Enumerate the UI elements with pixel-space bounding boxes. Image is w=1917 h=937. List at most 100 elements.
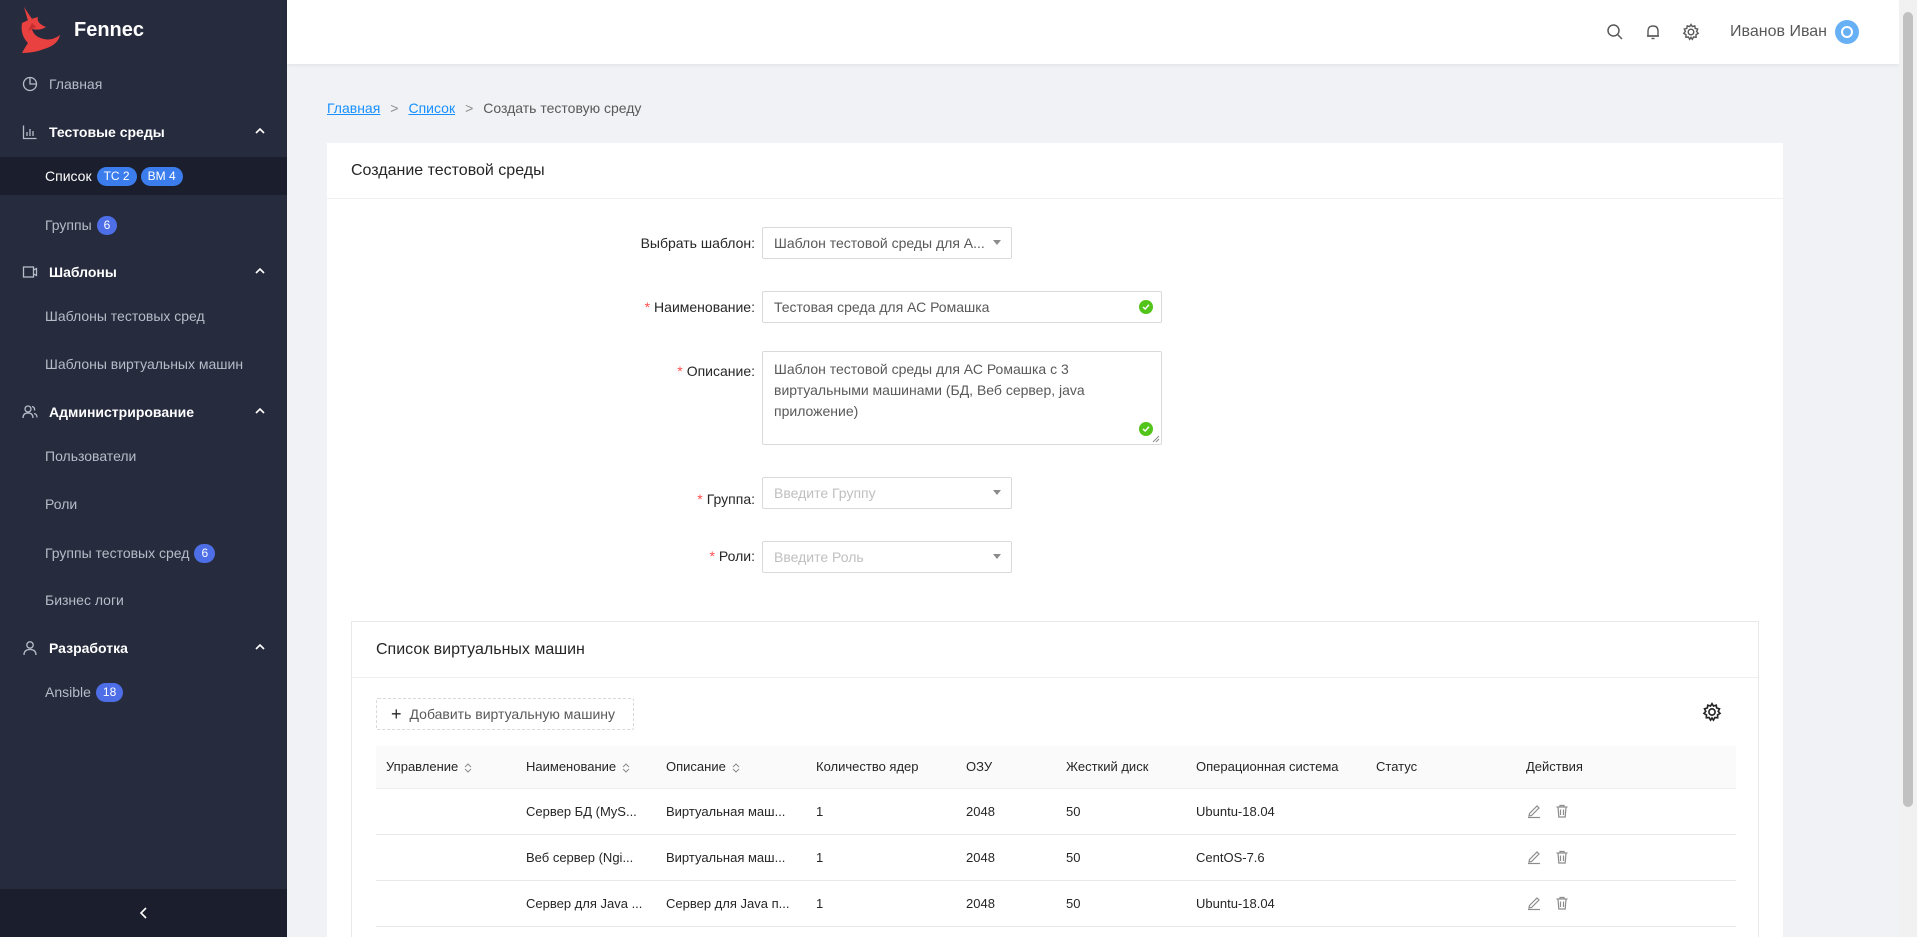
vm-list-card: Список виртуальных машин + Добавить вирт… [351, 621, 1759, 937]
badge-vm: ВМ 4 [140, 166, 183, 186]
cell-os: CentOS-7.6 [1186, 834, 1366, 881]
avatar[interactable] [1835, 20, 1859, 44]
name-label: Наименование [654, 299, 752, 315]
sidebar-item-home[interactable]: Главная [0, 64, 287, 104]
delete-icon[interactable] [1554, 895, 1570, 911]
sidebar-group-test-envs[interactable]: Тестовые среды [0, 112, 287, 152]
sidebar-group-label: Тестовые среды [49, 124, 165, 140]
user-name[interactable]: Иванов Иван [1730, 23, 1827, 41]
chevron-up-icon [255, 267, 265, 274]
template-icon [21, 263, 39, 281]
logo[interactable]: Fennec [0, 0, 287, 60]
roles-select[interactable]: Введите Роль [762, 541, 1012, 573]
column-header-status: Статус [1366, 746, 1516, 789]
card-title: Создание тестовой среды [327, 143, 1783, 199]
caret-down-icon [993, 490, 1001, 495]
edit-icon[interactable] [1526, 803, 1542, 819]
users-icon [21, 403, 39, 421]
column-header-description[interactable]: Описание [656, 746, 806, 789]
caret-down-icon [993, 554, 1001, 559]
cell-control [376, 834, 516, 881]
search-icon[interactable] [1606, 23, 1624, 41]
column-header-os: Операционная система [1186, 746, 1366, 789]
sidebar-item-users[interactable]: Пользователи [0, 436, 287, 476]
sidebar-item-business-logs[interactable]: Бизнес логи [0, 580, 287, 620]
breadcrumb-current: Создать тестовую среду [483, 100, 642, 116]
cell-status [1366, 880, 1516, 927]
sidebar-item-label: Шаблоны виртуальных машин [45, 356, 244, 372]
breadcrumb-list-link[interactable]: Список [408, 100, 455, 116]
required-mark: * [644, 299, 651, 315]
sidebar-item-env-groups[interactable]: Группы тестовых сред 6 [0, 533, 287, 573]
name-input-value: Тестовая среда для АС Ромашка [774, 299, 990, 315]
cell-name: Сервер для Java ... [516, 880, 656, 927]
column-header-ram: ОЗУ [956, 746, 1056, 789]
cell-status [1366, 834, 1516, 881]
edit-icon[interactable] [1526, 895, 1542, 911]
cell-ram: 2048 [956, 834, 1056, 881]
sidebar-group-templates[interactable]: Шаблоны [0, 252, 287, 292]
badge-tc: ТС 2 [96, 166, 137, 186]
page-scrollbar[interactable] [1899, 0, 1917, 937]
required-mark: * [697, 491, 703, 507]
scrollbar-thumb[interactable] [1903, 12, 1913, 807]
sidebar-group-label: Администрирование [49, 404, 194, 420]
delete-icon[interactable] [1554, 803, 1570, 819]
group-select-placeholder: Введите Группу [774, 485, 876, 501]
table-settings-gear-icon[interactable] [1702, 702, 1722, 722]
sidebar-item-roles[interactable]: Роли [0, 484, 287, 524]
gear-icon[interactable] [1682, 23, 1700, 41]
delete-icon[interactable] [1554, 849, 1570, 865]
sidebar-item-label: Главная [49, 76, 103, 92]
group-select[interactable]: Введите Группу [762, 477, 1012, 509]
column-header-control[interactable]: Управление [376, 746, 516, 789]
add-vm-button[interactable]: + Добавить виртуальную машину [376, 698, 634, 730]
cell-control [376, 880, 516, 927]
sidebar-item-list[interactable]: Список ТС 2 ВМ 4 [0, 157, 287, 195]
breadcrumb-separator: > [465, 100, 474, 116]
bell-icon[interactable] [1644, 23, 1662, 41]
template-label: Выбрать шаблон [640, 235, 752, 251]
cell-name: Сервер БД (MyS... [516, 788, 656, 835]
cell-status [1366, 788, 1516, 835]
group-label: Группа [706, 491, 752, 507]
sort-icon [464, 762, 472, 774]
caret-down-icon [993, 240, 1001, 245]
sidebar-item-vm-templates[interactable]: Шаблоны виртуальных машин [0, 344, 287, 384]
breadcrumb-separator: > [390, 100, 399, 116]
required-mark: * [709, 548, 715, 564]
top-header: Иванов Иван [287, 0, 1899, 64]
user-icon [21, 639, 39, 657]
column-header-name[interactable]: Наименование [516, 746, 656, 789]
sidebar-item-env-templates[interactable]: Шаблоны тестовых сред [0, 296, 287, 336]
cell-actions [1516, 880, 1736, 927]
chevron-up-icon [255, 127, 265, 134]
sidebar-group-admin[interactable]: Администрирование [0, 392, 287, 432]
description-textarea[interactable]: Шаблон тестовой среды для АС Ромашка с 3… [762, 351, 1162, 445]
sidebar-group-label: Разработка [49, 640, 128, 656]
sidebar-collapse-button[interactable] [0, 889, 287, 937]
resize-handle-icon[interactable] [1152, 435, 1160, 443]
name-input[interactable]: Тестовая среда для АС Ромашка [762, 291, 1162, 323]
sidebar-group-dev[interactable]: Разработка [0, 628, 287, 668]
plus-icon: + [391, 703, 402, 724]
cell-os: Ubuntu-18.04 [1186, 880, 1366, 927]
cell-ram: 2048 [956, 788, 1056, 835]
required-mark: * [677, 363, 683, 379]
add-vm-button-label: Добавить виртуальную машину [409, 706, 615, 722]
edit-icon[interactable] [1526, 849, 1542, 865]
check-circle-icon [1139, 422, 1153, 436]
create-env-card: Создание тестовой среды Выбрать шаблон: … [327, 143, 1783, 937]
sidebar-item-label: Шаблоны тестовых сред [45, 308, 205, 324]
sidebar-item-groups[interactable]: Группы 6 [0, 205, 287, 245]
sidebar-item-ansible[interactable]: Ansible 18 [0, 672, 287, 712]
vm-table: Управление Наименование Описание Количес… [376, 746, 1736, 927]
chevron-up-icon [255, 643, 265, 650]
breadcrumb-home-link[interactable]: Главная [327, 100, 380, 116]
sidebar: Fennec Главная Тестовые среды Список ТС … [0, 0, 287, 937]
cell-ram: 2048 [956, 880, 1056, 927]
template-select[interactable]: Шаблон тестовой среды для А... [762, 227, 1012, 259]
sidebar-item-label: Пользователи [45, 448, 137, 464]
cell-description: Сервер для Java п... [656, 880, 806, 927]
chevron-left-icon [139, 907, 147, 919]
